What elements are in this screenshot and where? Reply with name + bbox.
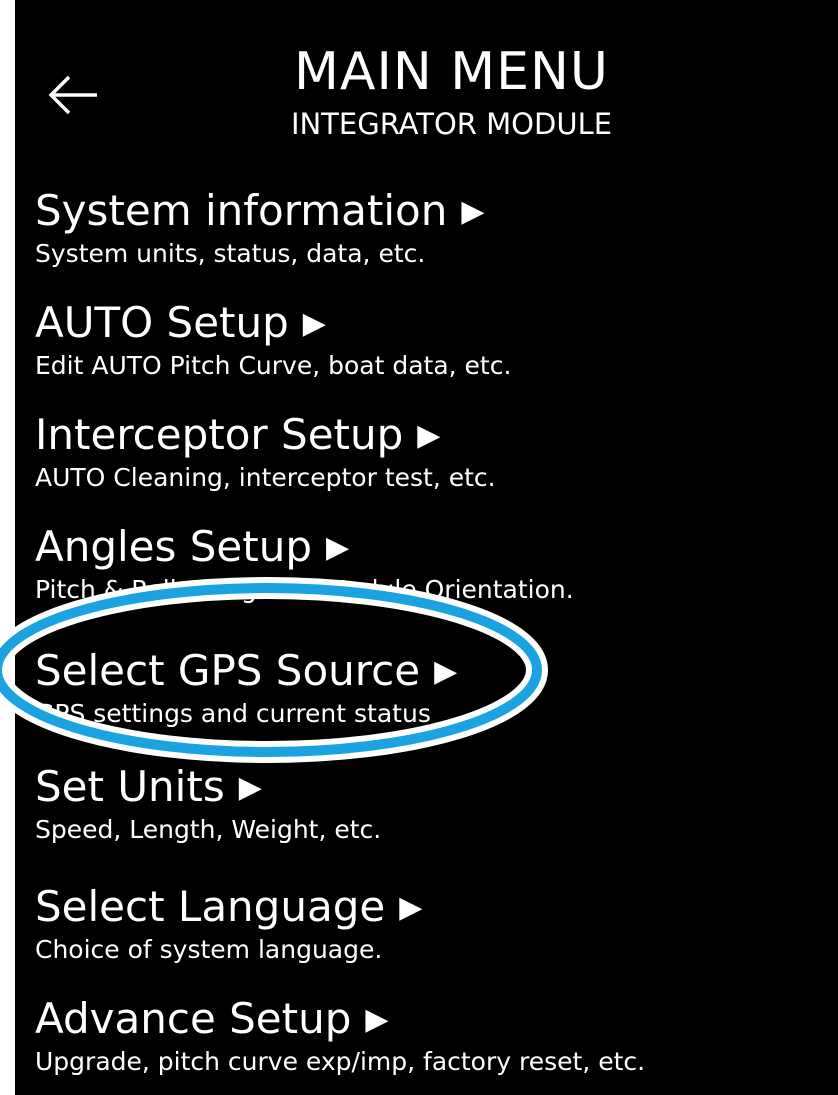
menu-item-description: Upgrade, pitch curve exp/imp, factory re… <box>35 1047 646 1076</box>
menu-item-advance-setup[interactable]: Advance Setup ▶ Upgrade, pitch curve exp/… <box>35 995 825 1095</box>
menu-item-label: Advance Setup ▶ <box>35 994 389 1043</box>
right-triangle-icon: ▶ <box>434 654 458 689</box>
menu-item-label: Interceptor Setup ▶ <box>35 410 441 459</box>
menu-item-angles-setup[interactable]: Angles Setup ▶ Pitch & Roll, Integrator M… <box>35 523 825 623</box>
right-triangle-icon: ▶ <box>461 194 485 229</box>
menu-item-description: GPS settings and current status <box>35 699 431 728</box>
right-triangle-icon: ▶ <box>399 890 423 925</box>
menu-item-system-information[interactable]: System information ▶ System units, status… <box>35 187 825 287</box>
menu-item-description: Pitch & Roll, Integrator Module Orientat… <box>35 575 574 604</box>
menu-item-interceptor-setup[interactable]: Interceptor Setup ▶ AUTO Cleaning, interc… <box>35 411 825 511</box>
menu-item-description: AUTO Cleaning, interceptor test, etc. <box>35 463 496 492</box>
menu-item-description: Edit AUTO Pitch Curve, boat data, etc. <box>35 351 512 380</box>
right-triangle-icon: ▶ <box>302 306 326 341</box>
menu-item-label: Select GPS Source ▶ <box>35 646 458 695</box>
menu-item-auto-setup[interactable]: AUTO Setup ▶ Edit AUTO Pitch Curve, boat … <box>35 299 825 399</box>
right-triangle-icon: ▶ <box>238 770 262 805</box>
menu-item-label: Select Language ▶ <box>35 882 423 931</box>
menu-item-description: System units, status, data, etc. <box>35 239 426 268</box>
menu-item-description: Choice of system language. <box>35 935 383 964</box>
menu-item-label: Set Units ▶ <box>35 762 262 811</box>
menu-item-select-language[interactable]: Select Language ▶ Choice of system langua… <box>35 883 825 983</box>
menu-item-label: AUTO Setup ▶ <box>35 298 326 347</box>
menu-item-set-units[interactable]: Set Units ▶ Speed, Length, Weight, etc. <box>35 763 825 863</box>
right-triangle-icon: ▶ <box>326 530 350 565</box>
right-triangle-icon: ▶ <box>417 418 441 453</box>
menu-item-label: System information ▶ <box>35 186 485 235</box>
page-subtitle: INTEGRATOR MODULE <box>290 107 613 141</box>
main-menu-screen: MAIN MENU INTEGRATOR MODULE System infor… <box>15 0 838 1095</box>
right-triangle-icon: ▶ <box>365 1002 389 1037</box>
menu-item-label: Angles Setup ▶ <box>35 522 350 571</box>
menu-item-description: Speed, Length, Weight, etc. <box>35 815 382 844</box>
page-title: MAIN MENU <box>294 42 609 102</box>
menu-item-select-gps-source[interactable]: Select GPS Source ▶ GPS settings and curr… <box>35 647 825 747</box>
